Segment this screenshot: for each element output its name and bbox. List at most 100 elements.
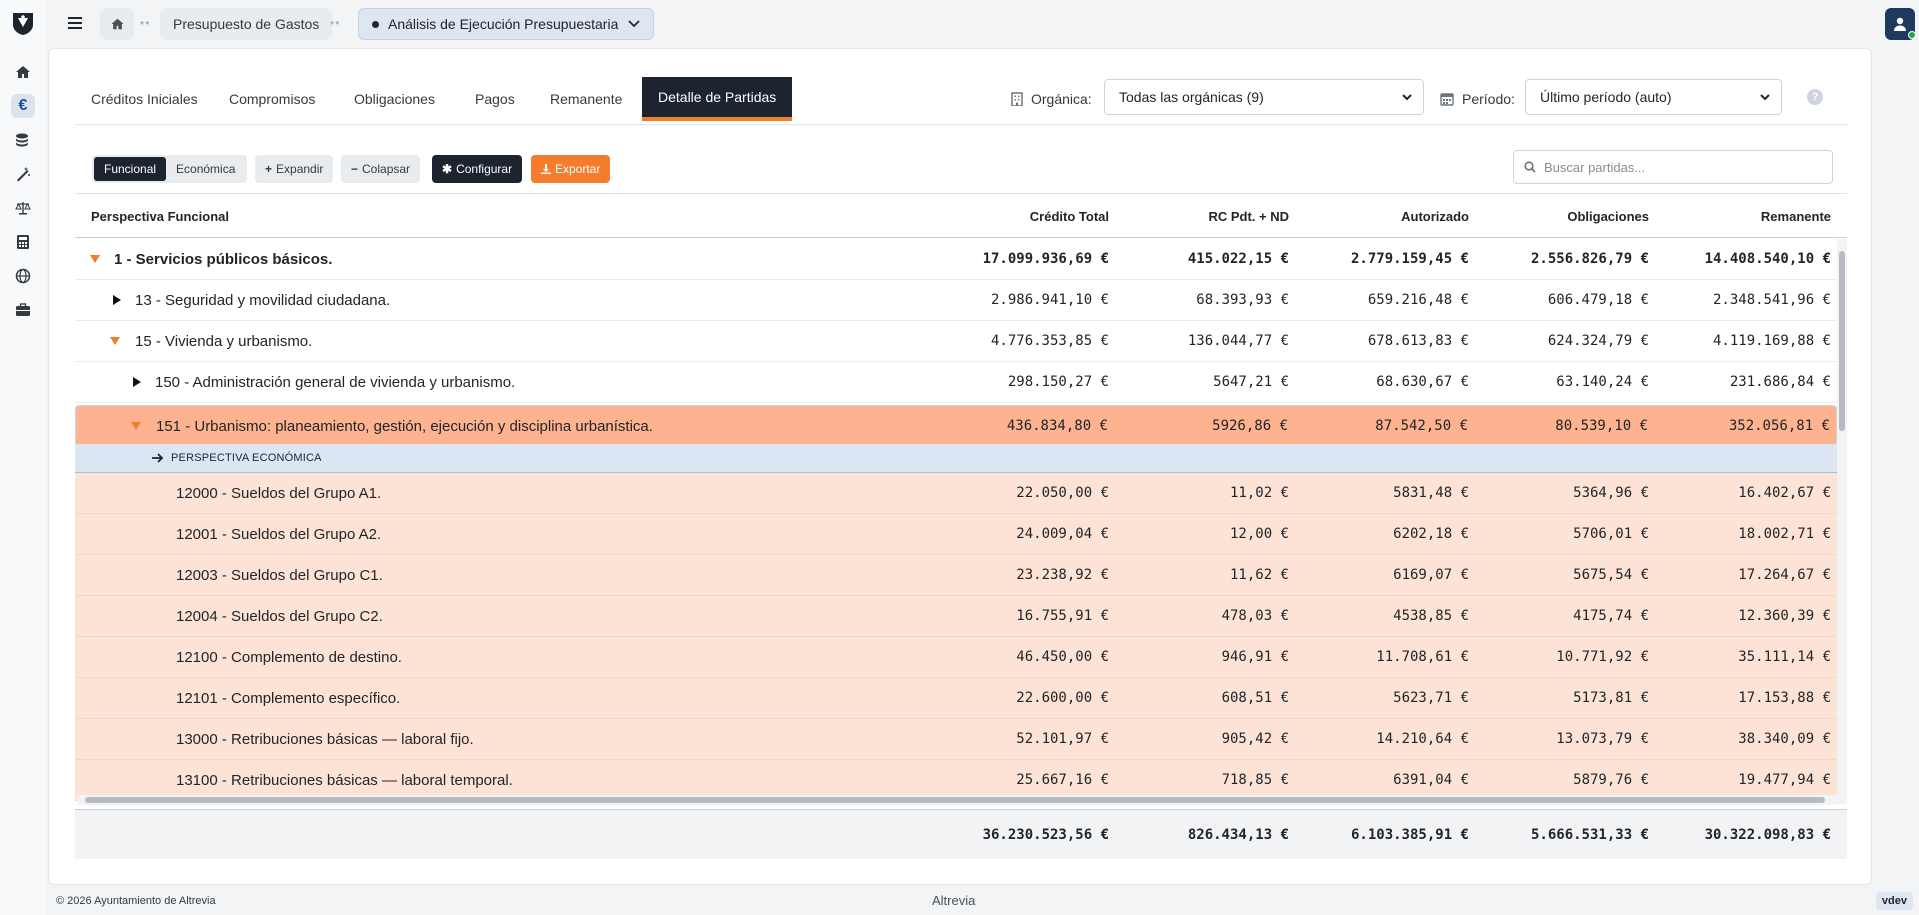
column-header-perspectiva[interactable]: Perspectiva Funcional xyxy=(91,209,229,224)
row-value-autorizado: 6169,07 € xyxy=(1393,567,1469,583)
minus-icon: − xyxy=(351,162,359,176)
row-value-obligaciones: 13.073,79 € xyxy=(1556,731,1649,747)
row-value-autorizado: 659.216,48 € xyxy=(1367,292,1469,308)
online-status-dot xyxy=(1908,31,1916,39)
row-value-autorizado: 6202,18 € xyxy=(1393,526,1469,542)
table-row[interactable]: 12101 - Complemento específico. 22.600,0… xyxy=(75,678,1837,719)
plus-icon: + xyxy=(265,162,273,176)
search-input[interactable] xyxy=(1544,159,1814,175)
periodo-select[interactable]: Último período (auto) xyxy=(1525,79,1782,115)
magic-wand-icon[interactable] xyxy=(11,162,35,186)
row-value-credito: 46.450,00 € xyxy=(1016,649,1109,665)
column-header-autorizado[interactable]: Autorizado xyxy=(1401,209,1469,224)
table-row[interactable]: 12003 - Sueldos del Grupo C1. 23.238,92 … xyxy=(75,555,1837,596)
search-box[interactable] xyxy=(1513,150,1833,184)
table-row[interactable]: 12100 - Complemento de destino. 46.450,0… xyxy=(75,637,1837,678)
table-row[interactable]: 12004 - Sueldos del Grupo C2. 16.755,91 … xyxy=(75,596,1837,637)
breadcrumb-current[interactable]: Análisis de Ejecución Presupuestaria xyxy=(358,8,655,40)
row-value-remanente: 18.002,71 € xyxy=(1738,526,1831,542)
row-label: 12004 - Sueldos del Grupo C2. xyxy=(176,608,383,625)
row-value-obligaciones: 10.771,92 € xyxy=(1556,649,1649,665)
home-icon xyxy=(110,18,124,30)
menu-toggle-icon[interactable] xyxy=(65,13,85,33)
table-row[interactable]: 12001 - Sueldos del Grupo A2. 24.009,04 … xyxy=(75,514,1837,555)
row-value-remanente: 17.264,67 € xyxy=(1738,567,1831,583)
table-row-selected[interactable]: 151 - Urbanismo: planeamiento, gestión, … xyxy=(75,405,1837,446)
user-avatar[interactable] xyxy=(1885,8,1916,40)
vertical-scrollbar[interactable] xyxy=(1837,239,1847,804)
total-credito: 36.230.523,56 € xyxy=(982,827,1109,843)
row-label: 13100 - Retribuciones básicas — laboral … xyxy=(176,772,513,789)
total-autorizado: 6.103.385,91 € xyxy=(1350,827,1469,843)
row-value-credito: 22.600,00 € xyxy=(1016,690,1109,706)
perspective-economica-button[interactable]: Económica xyxy=(166,157,245,181)
caret-right-icon[interactable] xyxy=(131,376,143,388)
caret-down-icon[interactable] xyxy=(109,335,121,347)
collapse-button[interactable]: − Colapsar xyxy=(341,155,421,183)
vertical-scrollbar-thumb[interactable] xyxy=(1839,251,1845,431)
table-row[interactable]: 1 - Servicios públicos básicos. 17.099.9… xyxy=(75,239,1837,280)
row-value-remanente: 17.153,88 € xyxy=(1738,690,1831,706)
caret-right-icon[interactable] xyxy=(111,294,123,306)
tab-remanente[interactable]: Remanente xyxy=(534,77,638,121)
current-bullet xyxy=(372,20,379,28)
table-row[interactable]: 15 - Vivienda y urbanismo. 4.776.353,85 … xyxy=(75,321,1837,362)
row-value-rc: 478,03 € xyxy=(1221,608,1289,624)
table-row[interactable]: 150 - Administración general de vivienda… xyxy=(75,362,1837,403)
perspective-funcional-button[interactable]: Funcional xyxy=(94,157,167,181)
breadcrumb-separator: •• xyxy=(140,16,151,30)
row-label: 12000 - Sueldos del Grupo A1. xyxy=(176,485,382,502)
tab-detalle-de-partidas[interactable]: Detalle de Partidas xyxy=(642,77,793,121)
tab-obligaciones[interactable]: Obligaciones xyxy=(338,77,451,121)
column-header-obligaciones[interactable]: Obligaciones xyxy=(1567,209,1649,224)
tab-pagos[interactable]: Pagos xyxy=(459,77,531,121)
caret-down-icon[interactable] xyxy=(130,420,142,432)
row-value-autorizado: 5623,71 € xyxy=(1393,690,1469,706)
breadcrumb-item[interactable]: Presupuesto de Gastos xyxy=(160,8,333,40)
row-value-autorizado: 87.542,50 € xyxy=(1375,418,1468,434)
table-toolbar: Funcional Económica + Expandir − Colapsa… xyxy=(75,143,1847,195)
row-value-rc: 12,00 € xyxy=(1229,526,1289,542)
export-button[interactable]: Exportar xyxy=(531,155,611,183)
breadcrumb-home[interactable] xyxy=(100,8,134,40)
briefcase-icon[interactable] xyxy=(11,298,35,322)
table-row[interactable]: 12000 - Sueldos del Grupo A1. 22.050,00 … xyxy=(75,473,1837,514)
breadcrumb-label: Presupuesto de Gastos xyxy=(173,16,320,32)
horizontal-scrollbar-thumb[interactable] xyxy=(85,797,1825,803)
scale-balance-icon[interactable] xyxy=(11,196,35,220)
row-value-rc: 136.044,77 € xyxy=(1187,333,1289,349)
home-icon[interactable] xyxy=(11,60,35,84)
table-row[interactable]: 13000 - Retribuciones básicas — laboral … xyxy=(75,719,1837,760)
totals-row: 36.230.523,56 € 826.434,13 € 6.103.385,9… xyxy=(75,809,1847,859)
horizontal-scrollbar[interactable] xyxy=(77,795,1837,805)
calculator-icon[interactable] xyxy=(11,230,35,254)
expand-button[interactable]: + Expandir xyxy=(255,155,334,183)
footer-copyright: © 2026 Ayuntamiento de Altrevia xyxy=(56,895,216,907)
tabs-bar: Créditos Iniciales Compromisos Obligacio… xyxy=(75,77,1847,125)
row-label: 12100 - Complemento de destino. xyxy=(176,649,402,666)
euro-icon[interactable]: € xyxy=(11,94,35,118)
version-badge: vdev xyxy=(1875,892,1913,910)
column-header-remanente[interactable]: Remanente xyxy=(1761,209,1831,224)
left-rail: € xyxy=(0,0,45,915)
municipal-shield-logo[interactable] xyxy=(12,12,34,36)
caret-down-icon[interactable] xyxy=(89,253,101,265)
tab-creditos-iniciales[interactable]: Créditos Iniciales xyxy=(75,77,214,121)
row-value-remanente: 38.340,09 € xyxy=(1738,731,1831,747)
row-value-rc: 5926,86 € xyxy=(1212,418,1288,434)
help-icon[interactable]: ? xyxy=(1807,89,1823,105)
row-value-rc: 905,42 € xyxy=(1221,731,1289,747)
row-value-remanente: 12.360,39 € xyxy=(1738,608,1831,624)
coins-icon[interactable] xyxy=(11,128,35,152)
column-header-credito-total[interactable]: Crédito Total xyxy=(1030,209,1109,224)
organica-select[interactable]: Todas las orgánicas (9) xyxy=(1104,79,1424,115)
tab-compromisos[interactable]: Compromisos xyxy=(213,77,331,121)
row-value-obligaciones: 5173,81 € xyxy=(1573,690,1649,706)
column-header-rc-pdt-nd[interactable]: RC Pdt. + ND xyxy=(1208,209,1289,224)
row-value-remanente: 16.402,67 € xyxy=(1738,485,1831,501)
configure-button[interactable]: ✱ Configurar xyxy=(432,155,523,183)
breadcrumb-separator: •• xyxy=(330,16,341,30)
chevron-down-icon xyxy=(1402,94,1412,101)
globe-icon[interactable] xyxy=(11,264,35,288)
table-row[interactable]: 13 - Seguridad y movilidad ciudadana. 2.… xyxy=(75,280,1837,321)
